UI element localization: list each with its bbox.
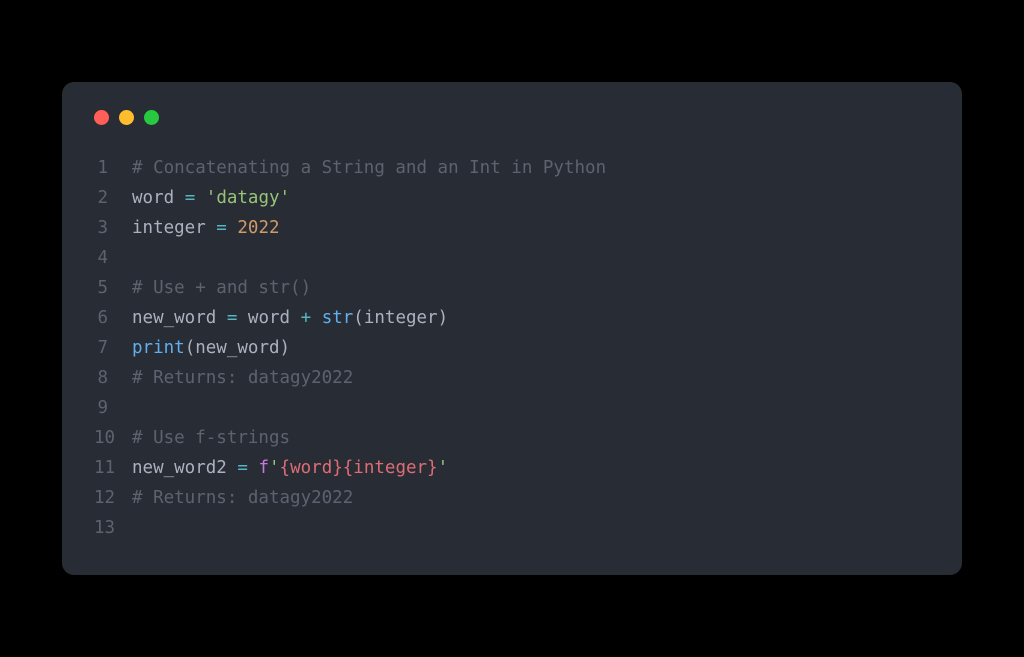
code-token: integer — [132, 218, 216, 238]
code-token: print — [132, 338, 185, 358]
line-number: 13 — [94, 513, 132, 543]
line-content[interactable]: # Returns: datagy2022 — [132, 483, 353, 513]
code-token: # Returns: datagy2022 — [132, 368, 353, 388]
code-token: word — [237, 308, 300, 328]
line-number: 1 — [94, 153, 132, 183]
line-content[interactable]: # Concatenating a String and an Int in P… — [132, 153, 606, 183]
code-line[interactable]: 9 — [94, 393, 930, 423]
code-line[interactable]: 12# Returns: datagy2022 — [94, 483, 930, 513]
line-content[interactable]: print(new_word) — [132, 333, 290, 363]
line-content[interactable]: # Use + and str() — [132, 273, 311, 303]
code-token: + — [301, 308, 312, 328]
line-number: 7 — [94, 333, 132, 363]
code-line[interactable]: 8# Returns: datagy2022 — [94, 363, 930, 393]
line-number: 11 — [94, 453, 132, 483]
line-content[interactable]: integer = 2022 — [132, 213, 280, 243]
line-content[interactable]: # Use f-strings — [132, 423, 290, 453]
code-token — [311, 308, 322, 328]
code-token — [227, 218, 238, 238]
code-token: 2022 — [237, 218, 279, 238]
maximize-button[interactable] — [144, 110, 159, 125]
code-line[interactable]: 2word = 'datagy' — [94, 183, 930, 213]
code-line[interactable]: 3integer = 2022 — [94, 213, 930, 243]
code-token: ) — [438, 308, 449, 328]
code-token: str — [322, 308, 354, 328]
line-content[interactable]: new_word = word + str(integer) — [132, 303, 448, 333]
code-window: 1# Concatenating a String and an Int in … — [62, 82, 962, 575]
code-line[interactable]: 10# Use f-strings — [94, 423, 930, 453]
code-token: = — [237, 458, 248, 478]
code-token: = — [185, 188, 196, 208]
code-token — [248, 458, 259, 478]
code-line[interactable]: 7print(new_word) — [94, 333, 930, 363]
code-token: # Use + and str() — [132, 278, 311, 298]
code-line[interactable]: 6new_word = word + str(integer) — [94, 303, 930, 333]
code-token: ' — [438, 458, 449, 478]
line-content[interactable]: # Returns: datagy2022 — [132, 363, 353, 393]
line-number: 8 — [94, 363, 132, 393]
code-line[interactable]: 13 — [94, 513, 930, 543]
line-number: 12 — [94, 483, 132, 513]
code-token: new_word2 — [132, 458, 237, 478]
line-content[interactable]: word = 'datagy' — [132, 183, 290, 213]
line-content[interactable]: new_word2 = f'{word}{integer}' — [132, 453, 448, 483]
code-token: ( — [353, 308, 364, 328]
code-token: = — [216, 218, 227, 238]
close-button[interactable] — [94, 110, 109, 125]
code-token: integer — [364, 308, 438, 328]
code-token: = — [227, 308, 238, 328]
traffic-lights — [62, 110, 962, 153]
code-token: new_word — [195, 338, 279, 358]
code-token: 'datagy' — [206, 188, 290, 208]
code-token: # Returns: datagy2022 — [132, 488, 353, 508]
line-number: 9 — [94, 393, 132, 423]
line-number: 5 — [94, 273, 132, 303]
code-line[interactable]: 1# Concatenating a String and an Int in … — [94, 153, 930, 183]
minimize-button[interactable] — [119, 110, 134, 125]
code-token: f — [258, 458, 269, 478]
line-number: 10 — [94, 423, 132, 453]
code-token: word — [132, 188, 185, 208]
line-number: 4 — [94, 243, 132, 273]
code-token: # Concatenating a String and an Int in P… — [132, 158, 606, 178]
line-number: 2 — [94, 183, 132, 213]
line-number: 6 — [94, 303, 132, 333]
line-number: 3 — [94, 213, 132, 243]
code-token: ) — [280, 338, 291, 358]
code-token — [195, 188, 206, 208]
code-line[interactable]: 11new_word2 = f'{word}{integer}' — [94, 453, 930, 483]
code-token: # Use f-strings — [132, 428, 290, 448]
code-line[interactable]: 4 — [94, 243, 930, 273]
code-token: ( — [185, 338, 196, 358]
code-editor[interactable]: 1# Concatenating a String and an Int in … — [62, 153, 962, 543]
code-token: new_word — [132, 308, 227, 328]
code-line[interactable]: 5# Use + and str() — [94, 273, 930, 303]
code-token: ' — [269, 458, 280, 478]
code-token: {word}{integer} — [280, 458, 438, 478]
